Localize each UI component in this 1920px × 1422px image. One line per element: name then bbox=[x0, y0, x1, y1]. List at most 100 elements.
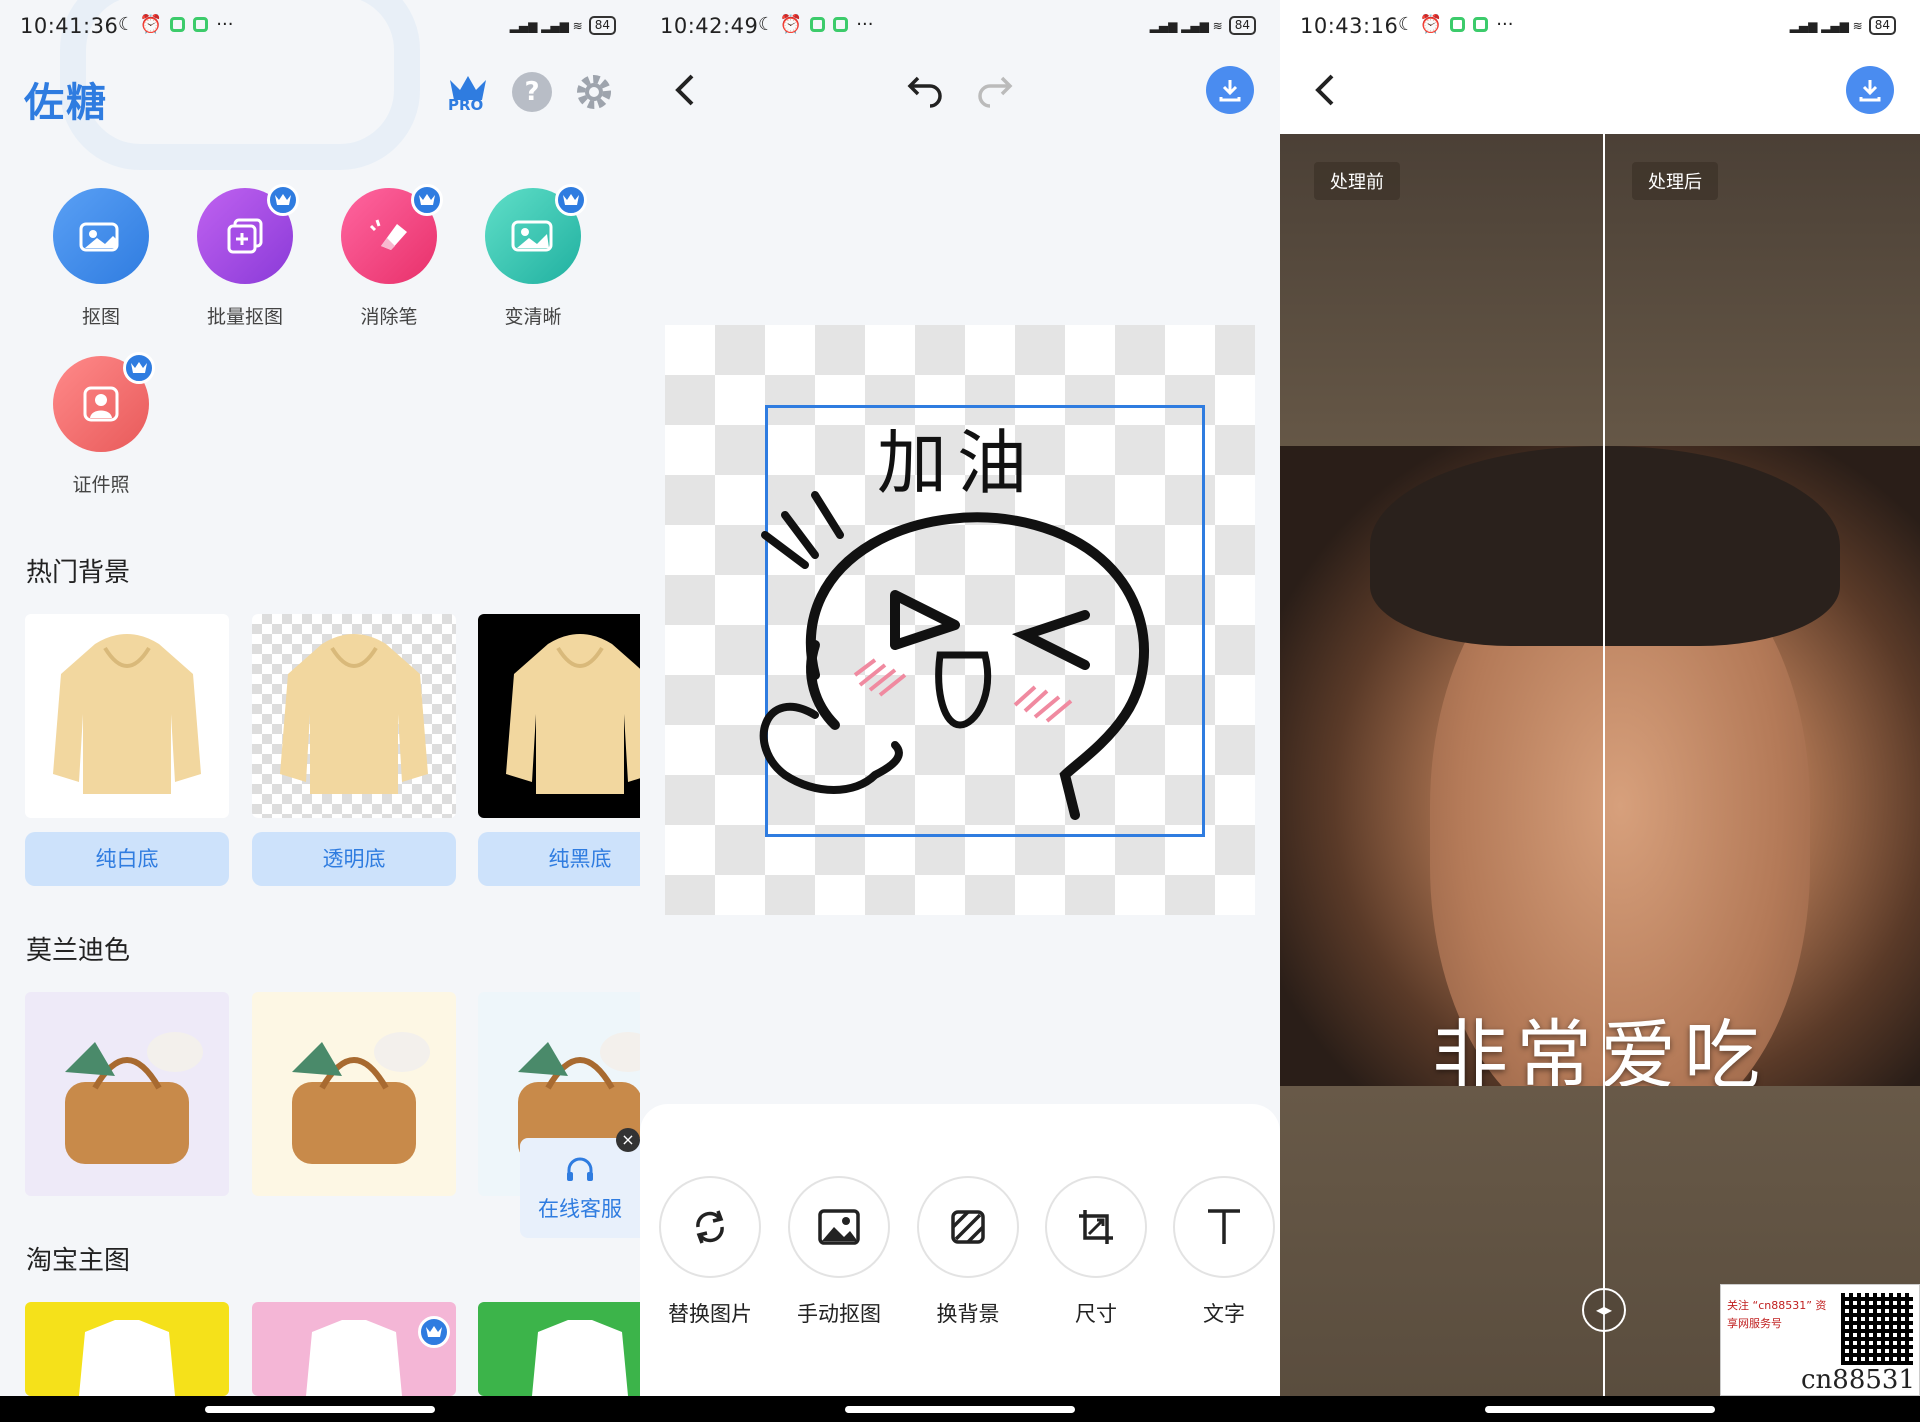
vip-crown-icon bbox=[555, 184, 587, 216]
taobao-card-yellow[interactable] bbox=[25, 1302, 229, 1396]
tool-label: 换背景 bbox=[936, 1302, 1000, 1326]
home-indicator[interactable] bbox=[845, 1406, 1075, 1413]
nav-bar bbox=[1280, 1396, 1920, 1422]
cutout-icon bbox=[53, 188, 149, 284]
battery-icon: 84 bbox=[1228, 16, 1256, 35]
headset-icon bbox=[567, 1157, 593, 1181]
status-left-icons: ☾ ⏰ ··· bbox=[1398, 14, 1514, 35]
taobao-card-green[interactable] bbox=[478, 1302, 640, 1396]
tshirt-image bbox=[79, 1320, 175, 1396]
home-screen: 10:41:36 ☾ ⏰ ··· ▂▄▆ ▂▄▆ ≋ 84 佐糖 PRO ? 抠… bbox=[0, 0, 640, 1422]
hot-card-white[interactable] bbox=[25, 614, 229, 818]
batch-cutout-icon bbox=[197, 184, 299, 284]
tool-text[interactable]: 文字 bbox=[1170, 1176, 1278, 1328]
app-title: 佐糖 bbox=[24, 80, 108, 126]
status-time: 10:42:49 bbox=[660, 14, 759, 38]
hot-card-transparent[interactable] bbox=[252, 614, 456, 818]
compare-viewer[interactable]: 非常爱吃 处理前 处理后 ◂▸ bbox=[1280, 134, 1920, 1396]
tool-change-background[interactable]: 换背景 bbox=[914, 1176, 1022, 1328]
redo-icon[interactable] bbox=[974, 72, 1014, 108]
enhance-icon bbox=[485, 184, 587, 284]
hot-card-black[interactable] bbox=[478, 614, 640, 818]
pro-label: PRO bbox=[448, 96, 484, 114]
tool-size[interactable]: 尺寸 bbox=[1042, 1176, 1150, 1328]
after-label: 处理后 bbox=[1632, 162, 1718, 200]
hoodie-image bbox=[53, 634, 201, 794]
home-indicator[interactable] bbox=[1485, 1406, 1715, 1413]
battery-icon: 84 bbox=[1868, 16, 1896, 35]
status-right-icons: ▂▄▆ ▂▄▆ ≋ 84 bbox=[1150, 16, 1256, 35]
download-icon bbox=[1859, 80, 1881, 102]
pro-crown-icon[interactable]: PRO bbox=[446, 70, 490, 114]
compare-handle-icon[interactable]: ◂▸ bbox=[1582, 1288, 1626, 1332]
tool-label: 批量抠图 bbox=[206, 306, 283, 328]
hoodie-image bbox=[280, 634, 428, 794]
service-label: 在线客服 bbox=[538, 1197, 622, 1221]
basket-image bbox=[292, 1032, 430, 1164]
tshirt-image bbox=[306, 1320, 402, 1396]
chip-transparent-bg[interactable]: 透明底 bbox=[252, 832, 456, 886]
gear-icon[interactable] bbox=[574, 72, 614, 112]
tool-label: 手动抠图 bbox=[797, 1302, 881, 1326]
download-icon bbox=[1219, 80, 1241, 102]
status-left-icons: ☾ ⏰ ··· bbox=[758, 14, 874, 35]
download-button[interactable] bbox=[1846, 66, 1894, 114]
watermark-text: 关注 “cn88531” 资享网服务号 bbox=[1727, 1299, 1827, 1330]
undo-icon[interactable] bbox=[906, 72, 946, 108]
section-title-hot: 热门背景 bbox=[26, 558, 131, 588]
tool-cutout[interactable]: 抠图 bbox=[46, 188, 156, 329]
tool-label: 尺寸 bbox=[1075, 1302, 1117, 1326]
online-service-button[interactable]: × 在线客服 bbox=[520, 1128, 640, 1238]
status-right-icons: ▂▄▆ ▂▄▆ ≋ 84 bbox=[1790, 16, 1896, 35]
qr-code-icon bbox=[1841, 1293, 1913, 1365]
tool-label: 抠图 bbox=[81, 306, 120, 328]
id-photo-icon bbox=[53, 352, 155, 452]
status-time: 10:41:36 bbox=[20, 14, 119, 38]
hair-shape bbox=[1370, 446, 1840, 646]
nav-bar bbox=[640, 1396, 1280, 1422]
chip-black-bg[interactable]: 纯黑底 bbox=[478, 832, 640, 886]
nav-bar bbox=[0, 1396, 640, 1422]
download-button[interactable] bbox=[1206, 66, 1254, 114]
tool-batch-cutout[interactable]: 批量抠图 bbox=[190, 184, 300, 329]
tool-label: 证件照 bbox=[72, 474, 130, 496]
compare-divider[interactable] bbox=[1603, 134, 1605, 1396]
status-right-icons: ▂▄▆ ▂▄▆ ≋ 84 bbox=[510, 16, 616, 35]
tool-label: 文字 bbox=[1203, 1302, 1245, 1326]
close-icon[interactable]: × bbox=[616, 1128, 640, 1152]
crop-icon bbox=[1045, 1176, 1147, 1278]
home-indicator[interactable] bbox=[205, 1406, 435, 1413]
hoodie-image bbox=[506, 634, 640, 794]
tool-enhance[interactable]: 变清晰 bbox=[478, 184, 588, 329]
vip-crown-icon bbox=[411, 184, 443, 216]
section-title-morandi: 莫兰迪色 bbox=[26, 936, 131, 966]
tool-label: 消除笔 bbox=[360, 306, 418, 328]
image-icon bbox=[788, 1176, 890, 1278]
tshirt-image bbox=[532, 1320, 628, 1396]
morandi-card-lavender[interactable] bbox=[25, 992, 229, 1196]
status-bar: 10:42:49 ☾ ⏰ ··· ▂▄▆ ▂▄▆ ≋ 84 bbox=[640, 0, 1280, 56]
help-icon[interactable]: ? bbox=[512, 72, 552, 112]
status-time: 10:43:16 bbox=[1300, 14, 1399, 38]
photo-caption: 非常爱吃 bbox=[1432, 1011, 1768, 1086]
refresh-icon bbox=[659, 1176, 761, 1278]
watermark-id: cn88531 bbox=[1800, 1365, 1915, 1395]
taobao-card-pink[interactable] bbox=[252, 1302, 456, 1396]
battery-icon: 84 bbox=[588, 16, 616, 35]
back-arrow-icon[interactable] bbox=[1310, 72, 1340, 108]
watermark-qr: 关注 “cn88531” 资享网服务号 cn88531 bbox=[1720, 1284, 1920, 1396]
morandi-card-cream[interactable] bbox=[252, 992, 456, 1196]
vip-crown-icon bbox=[267, 184, 299, 216]
tool-manual-cutout[interactable]: 手动抠图 bbox=[785, 1176, 893, 1328]
tool-id-photo[interactable]: 证件照 bbox=[46, 352, 156, 497]
compare-screen: 10:43:16 ☾ ⏰ ··· ▂▄▆ ▂▄▆ ≋ 84 非常爱吃 处理前 处… bbox=[1280, 0, 1920, 1422]
tool-eraser[interactable]: 消除笔 bbox=[334, 184, 444, 329]
portrait-photo: 非常爱吃 bbox=[1280, 446, 1920, 1086]
editor-screen: 10:42:49 ☾ ⏰ ··· ▂▄▆ ▂▄▆ ≋ 84 加油 替换图片 手动… bbox=[640, 0, 1280, 1422]
tool-replace-image[interactable]: 替换图片 bbox=[656, 1176, 764, 1328]
editing-canvas[interactable]: 加油 bbox=[665, 325, 1255, 915]
basket-image bbox=[65, 1032, 203, 1164]
back-arrow-icon[interactable] bbox=[670, 72, 700, 108]
chip-white-bg[interactable]: 纯白底 bbox=[25, 832, 229, 886]
top-actions: PRO ? bbox=[446, 70, 614, 114]
